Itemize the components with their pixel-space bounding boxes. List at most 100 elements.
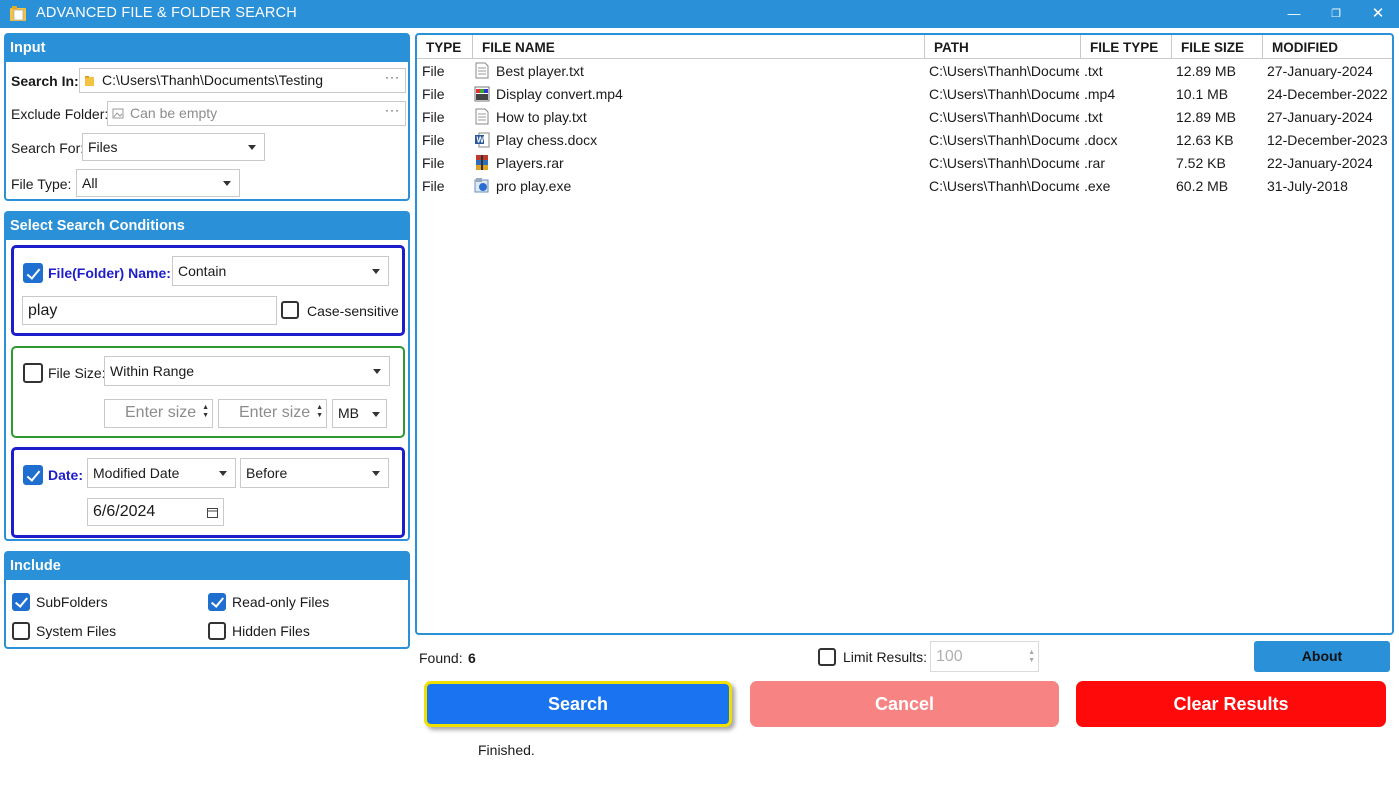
found-count: 6 <box>468 650 476 666</box>
clear-results-label: Clear Results <box>1173 694 1289 714</box>
table-row[interactable]: W File Play chess.docx C:\Users\Thanh\Docum… <box>417 129 1392 152</box>
found-label: Found: <box>419 650 463 666</box>
date-kind-value: Modified Date <box>93 465 180 481</box>
cell-type: File <box>422 155 445 171</box>
close-button[interactable]: ✕ <box>1357 0 1399 28</box>
date-relation-dropdown[interactable]: Before <box>240 458 389 488</box>
cell-path: C:\Users\Thanh\Docume <box>929 63 1079 79</box>
browse-exclude-button[interactable]: ··· <box>385 103 400 117</box>
input-panel-header: Input <box>6 35 408 62</box>
cell-type: File <box>422 132 445 148</box>
name-text-input[interactable]: play <box>22 296 277 325</box>
search-label: Search <box>547 694 609 714</box>
table-row[interactable]: File Best player.txt C:\Users\Thanh\Docume… <box>417 60 1392 83</box>
table-row[interactable]: File pro play.exe C:\Users\Thanh\Docume .ex… <box>417 175 1392 198</box>
cell-file-size: 7.52 KB <box>1176 155 1226 171</box>
subfolders-checkbox[interactable] <box>12 593 30 611</box>
size-min-input[interactable]: Enter size ▲ ▼ <box>104 399 213 428</box>
title-bar: ADVANCED FILE & FOLDER SEARCH — ❐ ✕ <box>0 0 1399 28</box>
search-in-value: C:\Users\Thanh\Documents\Testing <box>102 72 323 88</box>
cell-modified: 22-January-2024 <box>1267 155 1373 171</box>
readonly-label: Read-only Files <box>232 594 330 610</box>
search-for-dropdown[interactable]: Files <box>82 133 265 161</box>
exclude-folder-field[interactable]: Can be empty ··· <box>107 101 406 126</box>
cell-file-name: How to play.txt <box>496 109 587 125</box>
cell-file-name: Play chess.docx <box>496 132 598 148</box>
about-label: About <box>1301 648 1343 664</box>
results-table[interactable]: TYPE FILE NAME PATH FILE TYPE FILE SIZE … <box>415 33 1394 635</box>
svg-text:W: W <box>477 136 485 145</box>
date-kind-dropdown[interactable]: Modified Date <box>87 458 236 488</box>
file-type-dropdown[interactable]: All <box>76 169 240 197</box>
size-unit-dropdown[interactable]: MB <box>332 399 387 428</box>
size-max-stepper[interactable]: ▲ ▼ <box>316 404 323 420</box>
readonly-checkbox[interactable] <box>208 593 226 611</box>
cell-file-name: Best player.txt <box>496 63 584 79</box>
column-header-modified[interactable]: MODIFIED <box>1263 35 1392 59</box>
conditions-panel: Select Search Conditions File(Folder) Na… <box>4 211 410 541</box>
exclude-folder-placeholder: Can be empty <box>130 105 218 121</box>
column-header-file-name[interactable]: FILE NAME <box>473 35 925 59</box>
system-files-label: System Files <box>36 623 117 639</box>
about-button[interactable]: About <box>1254 641 1390 672</box>
cancel-button[interactable]: Cancel <box>750 681 1059 727</box>
column-header-type[interactable]: TYPE <box>417 35 473 59</box>
cell-file-name: Display convert.mp4 <box>496 86 623 102</box>
name-mode-dropdown[interactable]: Contain <box>172 256 389 286</box>
column-header-file-type[interactable]: FILE TYPE <box>1081 35 1172 59</box>
cell-file-size: 12.63 KB <box>1176 132 1234 148</box>
cell-type: File <box>422 178 445 194</box>
chevron-down-icon <box>372 471 380 476</box>
clear-results-button[interactable]: Clear Results <box>1076 681 1386 727</box>
cell-file-type: .exe <box>1084 178 1111 194</box>
file-type-label: File Type: <box>11 176 72 192</box>
size-condition-checkbox[interactable] <box>23 363 43 383</box>
cell-path: C:\Users\Thanh\Docume <box>929 86 1079 102</box>
text-file-icon <box>474 108 490 125</box>
cell-file-name: Players.rar <box>496 155 564 171</box>
column-header-path[interactable]: PATH <box>925 35 1081 59</box>
cell-modified: 27-January-2024 <box>1267 109 1373 125</box>
name-condition-checkbox[interactable] <box>23 263 43 283</box>
search-for-value: Files <box>88 139 118 155</box>
size-max-input[interactable]: Enter size ▲ ▼ <box>218 399 327 428</box>
date-condition-checkbox[interactable] <box>23 465 43 485</box>
limit-results-input[interactable]: 100 ▲ ▼ <box>930 641 1039 672</box>
date-relation-value: Before <box>246 465 288 481</box>
cell-file-size: 12.89 MB <box>1176 63 1236 79</box>
cell-path: C:\Users\Thanh\Docume <box>929 109 1079 125</box>
cell-type: File <box>422 109 445 125</box>
cell-path: C:\Users\Thanh\Docume <box>929 132 1079 148</box>
table-row[interactable]: File How to play.txt C:\Users\Thanh\Docume… <box>417 106 1392 129</box>
table-row[interactable]: File Players.rar C:\Users\Thanh\Docume .rar… <box>417 152 1392 175</box>
status-text: Finished. <box>478 742 535 758</box>
size-min-placeholder: Enter size <box>125 404 197 421</box>
word-file-icon: W <box>474 131 490 148</box>
search-in-field[interactable]: C:\Users\Thanh\Documents\Testing ··· <box>79 68 406 93</box>
system-files-checkbox[interactable] <box>12 622 30 640</box>
cell-file-type: .docx <box>1084 132 1118 148</box>
date-picker[interactable]: 6/6/2024 <box>87 498 224 526</box>
browse-search-in-button[interactable]: ··· <box>385 70 400 84</box>
column-header-file-size[interactable]: FILE SIZE <box>1172 35 1263 59</box>
search-button[interactable]: Search <box>424 681 732 727</box>
size-min-stepper[interactable]: ▲ ▼ <box>202 404 209 420</box>
text-file-icon <box>474 62 490 79</box>
calendar-icon[interactable] <box>207 507 218 518</box>
exe-file-icon <box>474 177 490 194</box>
table-row[interactable]: File Display convert.mp4 C:\Users\Thanh\Do… <box>417 83 1392 106</box>
name-condition-label: File(Folder) Name: <box>48 265 171 281</box>
limit-results-checkbox[interactable] <box>818 648 836 666</box>
maximize-button[interactable]: ❐ <box>1315 0 1357 28</box>
size-mode-dropdown[interactable]: Within Range <box>104 356 390 386</box>
limit-results-stepper[interactable]: ▲ ▼ <box>1028 649 1035 665</box>
chevron-down-icon <box>219 471 227 476</box>
minimize-button[interactable]: — <box>1273 0 1315 28</box>
hidden-files-checkbox[interactable] <box>208 622 226 640</box>
date-condition-box: Date: Modified Date Before 6/6/2024 <box>11 447 405 538</box>
window-title: ADVANCED FILE & FOLDER SEARCH <box>36 5 297 21</box>
size-max-placeholder: Enter size <box>239 404 311 421</box>
case-sensitive-checkbox[interactable] <box>281 301 299 319</box>
cell-file-type: .txt <box>1084 63 1103 79</box>
date-condition-label: Date: <box>48 467 84 483</box>
